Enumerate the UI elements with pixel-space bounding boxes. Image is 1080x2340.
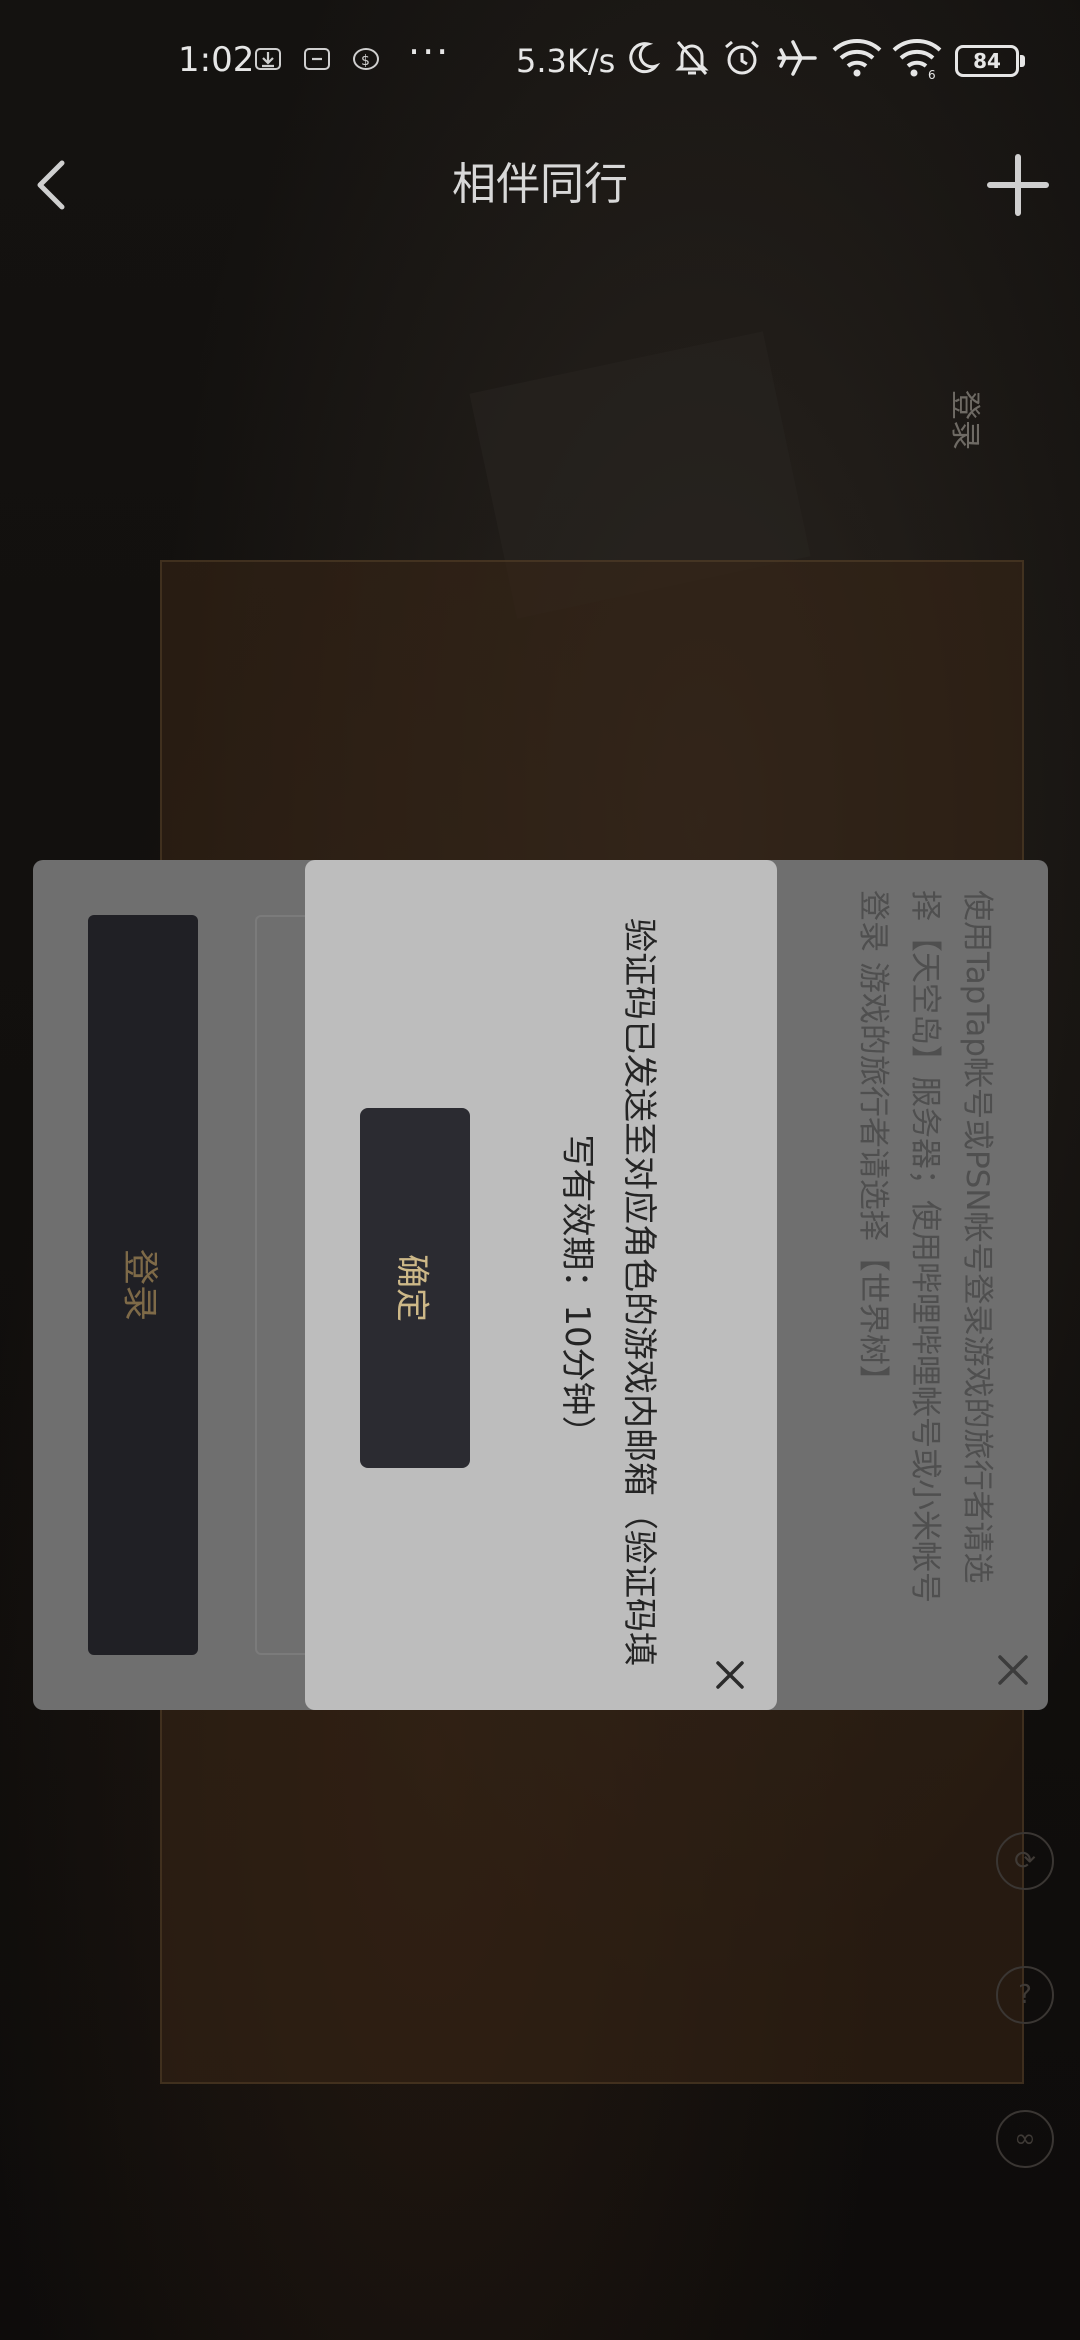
server-info-text: 使用TapTap帐号或PSN帐号登录游戏的旅行者请选择【天空岛】服务器；使用哔哩… (855, 890, 995, 1603)
bell-off-icon (675, 41, 709, 75)
network-speed: 5.3K/s (516, 42, 616, 80)
help-icon[interactable]: ? (996, 1966, 1054, 2024)
more-notifications-indicator: ··· (408, 30, 451, 74)
screen: 1:02 $ ··· 5.3K/s 6 84 相伴同行 登录 ⟳ ? ∞ 登录 … (0, 0, 1080, 2340)
svg-text:6: 6 (928, 68, 936, 80)
page-title: 相伴同行 (452, 159, 628, 210)
battery-icon: 84 (955, 45, 1025, 77)
close-icon[interactable] (988, 1645, 1038, 1695)
alarm-icon (725, 40, 759, 75)
refresh-icon[interactable]: ⟳ (996, 1832, 1054, 1890)
dialog-message: 验证码已发送至对应角色的游戏内邮箱（验证码填写有效期：10分钟） (557, 918, 659, 1666)
wifi-icon (832, 39, 882, 77)
dollar-icon: $ (353, 48, 379, 70)
close-icon[interactable] (705, 1650, 755, 1700)
login-button-label: 登录 (119, 1248, 160, 1322)
svg-text:$: $ (361, 53, 370, 68)
confirm-button[interactable]: 确定 (360, 1108, 470, 1468)
status-bar: 1:02 $ ··· 5.3K/s 6 84 (0, 0, 1080, 125)
wifi6-icon: 6 (892, 39, 942, 80)
sim-icon (304, 48, 330, 70)
app-header: 相伴同行 (0, 125, 1080, 255)
moon-icon (629, 42, 661, 74)
plus-icon[interactable] (968, 135, 1068, 235)
link-icon[interactable]: ∞ (996, 2110, 1054, 2168)
airplane-icon (777, 40, 817, 76)
verification-dialog: 验证码已发送至对应角色的游戏内邮箱（验证码填写有效期：10分钟） 确定 (305, 860, 777, 1710)
login-button[interactable]: 登录 (88, 915, 198, 1655)
background-login-label[interactable]: 登录 (946, 390, 990, 450)
confirm-button-label: 确定 (392, 1254, 431, 1322)
download-icon (255, 48, 281, 70)
status-time: 1:02 (178, 40, 255, 80)
